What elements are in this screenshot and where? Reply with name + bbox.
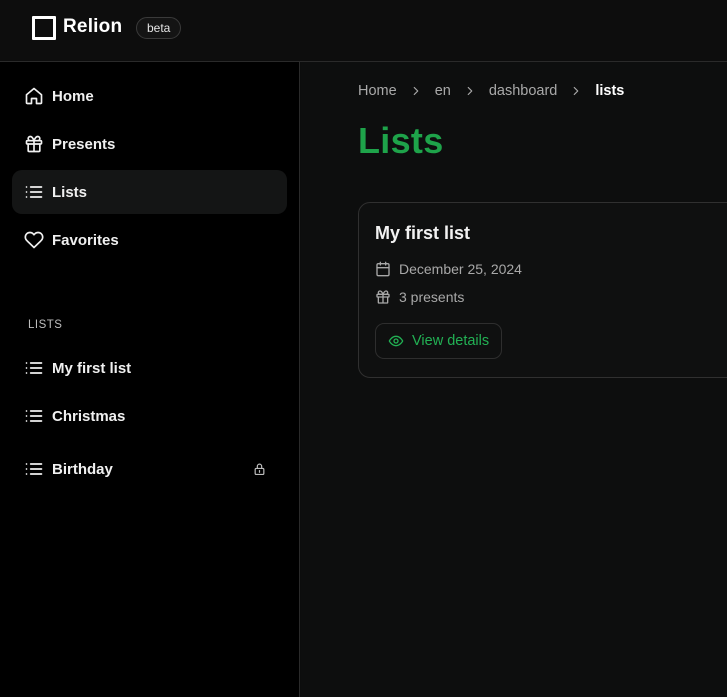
list-card-date: December 25, 2024 (375, 261, 522, 277)
breadcrumb: Home en dashboard lists (358, 83, 624, 99)
chevron-right-icon (463, 84, 477, 98)
breadcrumb-home[interactable]: Home (358, 83, 397, 99)
view-details-button[interactable]: View details (375, 323, 503, 359)
breadcrumb-dashboard[interactable]: dashboard (489, 83, 558, 99)
list-card-presents-text: 3 presents (399, 289, 465, 305)
sidebar-item-lists[interactable]: Lists (12, 170, 287, 214)
breadcrumb-en[interactable]: en (435, 83, 451, 99)
sidebar-item-label: Christmas (52, 407, 126, 425)
heart-icon (24, 230, 44, 250)
gift-icon (375, 289, 391, 305)
list-card-presents: 3 presents (375, 289, 464, 305)
page-title: Lists (358, 120, 444, 161)
list-icon (24, 358, 44, 378)
beta-badge: beta (136, 17, 182, 39)
chevron-right-icon (409, 84, 423, 98)
sidebar-list-my-first-list[interactable]: My first list (12, 346, 287, 390)
sidebar-item-label: Presents (52, 135, 116, 153)
app-name[interactable]: Relion (63, 16, 122, 38)
sidebar-list-birthday[interactable]: Birthday (12, 447, 287, 491)
sidebar-item-label: Birthday (52, 460, 113, 478)
list-card-date-text: December 25, 2024 (399, 261, 522, 277)
sidebar-item-label: My first list (52, 359, 132, 377)
sidebar-item-home[interactable]: Home (12, 74, 287, 118)
sidebar-section-label: LISTS (28, 319, 63, 331)
sidebar-item-favorites[interactable]: Favorites (12, 218, 287, 262)
view-details-label: View details (412, 333, 490, 349)
sidebar: Home Presents Lists Favorites LISTS My f… (0, 62, 300, 697)
sidebar-item-label: Favorites (52, 231, 119, 249)
chevron-right-icon (569, 84, 583, 98)
calendar-icon (375, 261, 391, 277)
lock-icon (253, 462, 266, 476)
eye-icon (388, 333, 404, 349)
logo-icon[interactable] (32, 16, 56, 40)
breadcrumb-current: lists (595, 83, 625, 99)
list-card-title: My first list (375, 223, 471, 243)
sidebar-item-label: Lists (52, 183, 88, 201)
sidebar-item-label: Home (52, 87, 94, 105)
top-bar: Relion beta (0, 0, 727, 62)
list-card: My first list December 25, 2024 3 presen… (358, 202, 727, 378)
home-icon (24, 86, 44, 106)
gift-icon (24, 134, 44, 154)
list-icon (24, 182, 44, 202)
sidebar-item-presents[interactable]: Presents (12, 122, 287, 166)
main-content: Home en dashboard lists Lists My first l… (301, 62, 727, 697)
sidebar-list-christmas[interactable]: Christmas (12, 394, 287, 438)
list-icon (24, 406, 44, 426)
list-icon (24, 459, 44, 479)
